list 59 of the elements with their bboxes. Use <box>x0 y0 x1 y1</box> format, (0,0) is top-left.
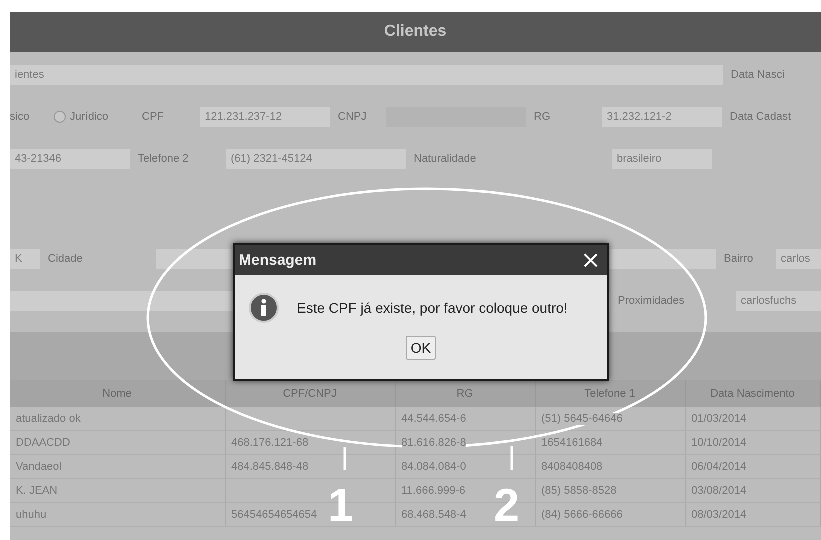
table-cell: 468.176.121-68 <box>232 436 309 448</box>
table-cell: 8408408408 <box>542 460 603 472</box>
table-cell: atualizado ok <box>16 412 81 424</box>
column-header[interactable]: Nome <box>102 388 132 400</box>
table-cell: (85) 5858-8528 <box>542 484 617 496</box>
table-cell: 06/04/2014 <box>692 460 747 472</box>
field-label: Data Nasci <box>731 69 786 81</box>
input-field[interactable]: ientes <box>10 65 723 85</box>
info-icon <box>249 293 279 323</box>
table-cell: 44.544.654-6 <box>402 412 466 424</box>
column-header[interactable]: Telefone 1 <box>584 388 636 400</box>
field-label: CNPJ <box>338 111 368 123</box>
table-cell: (84) 5666-66666 <box>542 508 623 520</box>
table-cell: K. JEAN <box>16 484 58 496</box>
close-button[interactable]: × <box>580 249 601 271</box>
field-label: Naturalidade <box>414 153 478 165</box>
field-label: CPF <box>142 111 165 123</box>
input-field[interactable]: brasileiro <box>612 149 712 169</box>
table-cell: 08/03/2014 <box>692 508 747 520</box>
input-field[interactable]: 31.232.121-2 <box>602 107 722 127</box>
field-label: RG <box>534 111 552 123</box>
table-cell: uhuhu <box>16 508 47 520</box>
field-label: Telefone 2 <box>138 153 190 165</box>
field-label: Cidade <box>48 253 84 265</box>
input-field[interactable]: K <box>10 249 40 269</box>
table-cell: 81.616.826-8 <box>402 436 466 448</box>
field-label: Proximidades <box>618 295 686 307</box>
table-cell: (51) 5645-64646 <box>542 412 623 424</box>
table-cell: Vandaeol <box>16 460 62 472</box>
input-field[interactable]: carlosfuchs <box>736 291 821 311</box>
table-cell: 11.666.999-6 <box>402 484 466 496</box>
input-field[interactable]: (61) 2321-45124 <box>226 149 406 169</box>
callout-number: 2 <box>494 482 520 528</box>
radio-button[interactable]: Jurídico <box>54 111 134 123</box>
table-cell: 56454654654654 <box>232 508 318 520</box>
table-cell: 03/08/2014 <box>692 484 747 496</box>
input-field[interactable]: 121.231.237-12 <box>200 107 330 127</box>
table-cell: 484.845.848-48 <box>232 460 309 472</box>
table-cell: 68.468.548-4 <box>402 508 466 520</box>
input-field[interactable]: carlos <box>776 249 821 269</box>
column-header[interactable]: RG <box>456 388 474 400</box>
window-title: Clientes <box>10 12 821 52</box>
table-cell: DDAACDD <box>16 436 70 448</box>
table-cell: 1654161684 <box>542 436 603 448</box>
table-cell: 01/03/2014 <box>692 412 747 424</box>
table-cell: 84.084.084-0 <box>402 460 466 472</box>
leader-line <box>344 447 346 470</box>
field-label: sico <box>10 111 31 123</box>
input-field[interactable]: 43-21346 <box>10 149 130 169</box>
callout-number: 1 <box>328 482 354 528</box>
field-label: Data Cadast <box>730 111 792 123</box>
column-header[interactable]: CPF/CNPJ <box>283 388 337 400</box>
ok-button[interactable]: OK <box>406 336 436 360</box>
field-label: Bairro <box>724 253 754 265</box>
leader-line <box>510 446 514 470</box>
dialog-title: Mensagem <box>239 252 317 268</box>
column-header[interactable]: Data Nascimento <box>710 388 795 400</box>
table-cell: 10/10/2014 <box>692 436 747 448</box>
message-text: Este CPF já existe, por favor coloque outro! <box>297 300 568 316</box>
